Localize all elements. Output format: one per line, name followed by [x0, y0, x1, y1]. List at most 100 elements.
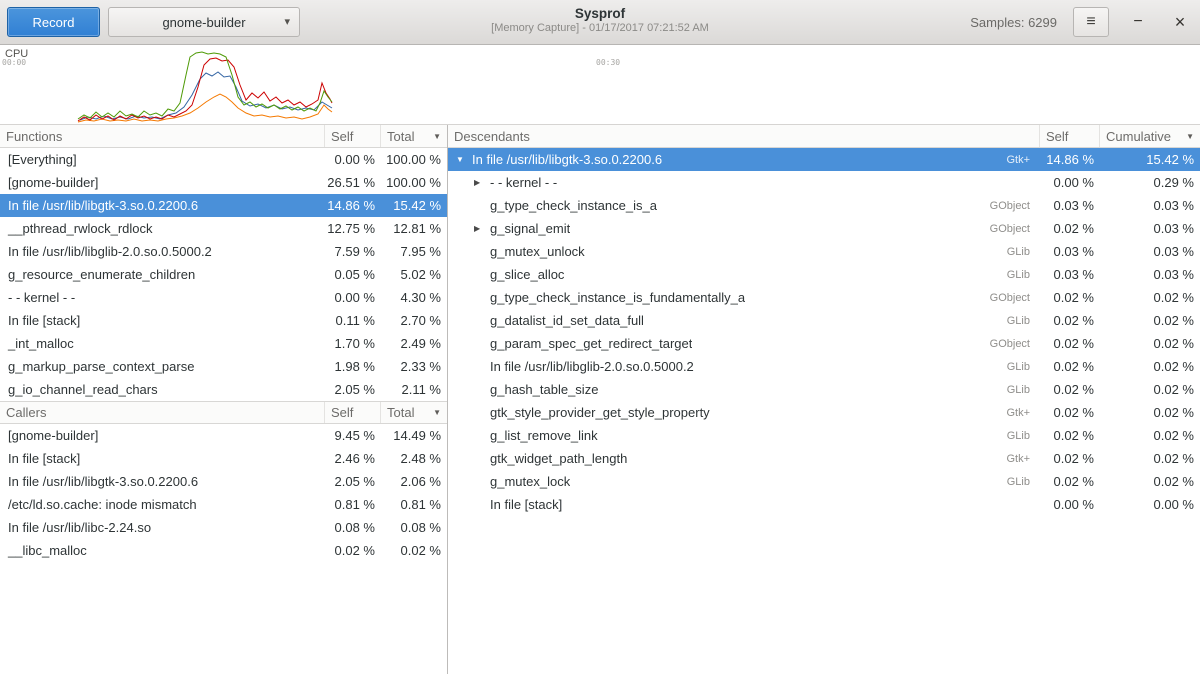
library-badge: GLib — [1007, 246, 1040, 258]
column-header-total[interactable]: Total ▼ — [381, 402, 447, 423]
tree-name-cell: g_slice_allocGLib — [448, 267, 1040, 282]
tree-row[interactable]: In file /usr/lib/libglib-2.0.so.0.5000.2… — [448, 355, 1200, 378]
tree-name-cell: g_type_check_instance_is_aGObject — [448, 198, 1040, 213]
library-badge: Gtk+ — [1006, 154, 1040, 166]
function-name: g_signal_emit — [490, 221, 570, 236]
close-button[interactable]: × — [1167, 9, 1193, 35]
process-selector-dropdown[interactable]: gnome-builder ▾ — [108, 7, 300, 37]
cumulative-percent: 0.29 % — [1100, 175, 1200, 190]
function-name: /etc/ld.so.cache: inode mismatch — [0, 497, 325, 512]
function-name: _int_malloc — [0, 336, 325, 351]
function-name: In file /usr/lib/libgtk-3.so.0.2200.6 — [0, 474, 325, 489]
function-name: g_io_channel_read_chars — [0, 382, 325, 397]
self-percent: 1.70 % — [325, 336, 381, 351]
column-header-self[interactable]: Self — [325, 402, 381, 423]
tree-name-cell: ▶g_signal_emitGObject — [448, 221, 1040, 236]
time-tick-start: 00:00 — [2, 58, 26, 67]
tree-row[interactable]: ▼In file /usr/lib/libgtk-3.so.0.2200.6Gt… — [448, 148, 1200, 171]
table-row[interactable]: In file [stack]2.46 %2.48 % — [0, 447, 447, 470]
tree-row[interactable]: g_hash_table_sizeGLib0.02 %0.02 % — [448, 378, 1200, 401]
table-row[interactable]: _int_malloc1.70 %2.49 % — [0, 332, 447, 355]
tree-row[interactable]: g_list_remove_linkGLib0.02 %0.02 % — [448, 424, 1200, 447]
function-name: In file /usr/lib/libglib-2.0.so.0.5000.2 — [490, 359, 694, 374]
table-row[interactable]: g_io_channel_read_chars2.05 %2.11 % — [0, 378, 447, 401]
self-percent: 0.11 % — [325, 313, 381, 328]
tree-name-cell: g_list_remove_link GLib — [448, 428, 1040, 443]
self-percent: 0.00 % — [1040, 175, 1100, 190]
cumulative-percent: 0.03 % — [1100, 244, 1200, 259]
table-row[interactable]: __pthread_rwlock_rdlock12.75 %12.81 % — [0, 217, 447, 240]
hamburger-menu-button[interactable]: ≡ — [1073, 7, 1109, 37]
record-button[interactable]: Record — [7, 7, 100, 37]
table-row[interactable]: [Everything]0.00 %100.00 % — [0, 148, 447, 171]
table-row[interactable]: [gnome-builder]26.51 %100.00 % — [0, 171, 447, 194]
library-badge: GLib — [1007, 430, 1040, 442]
tree-row[interactable]: g_mutex_unlockGLib0.03 %0.03 % — [448, 240, 1200, 263]
table-row[interactable]: [gnome-builder]9.45 %14.49 % — [0, 424, 447, 447]
minimize-button[interactable]: − — [1125, 9, 1151, 35]
self-percent: 14.86 % — [325, 198, 381, 213]
column-header-self[interactable]: Self — [1040, 125, 1100, 147]
self-percent: 0.02 % — [1040, 313, 1100, 328]
table-row[interactable]: In file [stack]0.11 %2.70 % — [0, 309, 447, 332]
function-name: In file [stack] — [490, 497, 562, 512]
window-title-block: Sysprof [Memory Capture] - 01/17/2017 07… — [491, 6, 709, 34]
function-name: g_list_remove_link — [490, 428, 598, 443]
column-header-total[interactable]: Total ▼ — [381, 125, 447, 147]
tree-name-cell: g_datalist_id_set_data_fullGLib — [448, 313, 1040, 328]
table-row[interactable]: In file /usr/lib/libglib-2.0.so.0.5000.2… — [0, 240, 447, 263]
column-header-functions[interactable]: Functions — [0, 125, 325, 147]
tree-row[interactable]: g_mutex_lockGLib0.02 %0.02 % — [448, 470, 1200, 493]
tree-row[interactable]: ▶- - kernel - -0.00 %0.29 % — [448, 171, 1200, 194]
expander-icon[interactable]: ▶ — [474, 224, 490, 233]
tree-name-cell: g_mutex_unlock GLib — [448, 244, 1040, 259]
column-header-self[interactable]: Self — [325, 125, 381, 147]
tree-row[interactable]: g_param_spec_get_redirect_targetGObject0… — [448, 332, 1200, 355]
tree-row[interactable]: ▶g_signal_emitGObject0.02 %0.03 % — [448, 217, 1200, 240]
cumulative-percent: 0.00 % — [1100, 497, 1200, 512]
table-row[interactable]: In file /usr/lib/libgtk-3.so.0.2200.614.… — [0, 194, 447, 217]
tree-row[interactable]: gtk_style_provider_get_style_propertyGtk… — [448, 401, 1200, 424]
tree-name-cell: g_param_spec_get_redirect_targetGObject — [448, 336, 1040, 351]
self-percent: 12.75 % — [325, 221, 381, 236]
table-row[interactable]: g_resource_enumerate_children0.05 %5.02 … — [0, 263, 447, 286]
functions-table: [Everything]0.00 %100.00 %[gnome-builder… — [0, 148, 447, 401]
total-percent: 2.48 % — [381, 451, 447, 466]
table-row[interactable]: g_markup_parse_context_parse1.98 %2.33 % — [0, 355, 447, 378]
tree-row[interactable]: g_datalist_id_set_data_fullGLib0.02 %0.0… — [448, 309, 1200, 332]
self-percent: 0.02 % — [325, 543, 381, 558]
tree-row[interactable]: gtk_widget_path_lengthGtk+0.02 %0.02 % — [448, 447, 1200, 470]
tree-row[interactable]: g_slice_allocGLib0.03 %0.03 % — [448, 263, 1200, 286]
tree-name-cell: gtk_style_provider_get_style_propertyGtk… — [448, 405, 1040, 420]
descendants-tree: ▼In file /usr/lib/libgtk-3.so.0.2200.6Gt… — [448, 148, 1200, 516]
cumulative-percent: 0.02 % — [1100, 359, 1200, 374]
library-badge: GLib — [1007, 315, 1040, 327]
tree-row[interactable]: g_type_check_instance_is_fundamentally_a… — [448, 286, 1200, 309]
column-header-descendants[interactable]: Descendants — [448, 125, 1040, 147]
function-name: g_mutex_unlock — [490, 244, 585, 259]
tree-row[interactable]: In file [stack]0.00 %0.00 % — [448, 493, 1200, 516]
self-percent: 0.02 % — [1040, 428, 1100, 443]
expander-icon[interactable]: ▶ — [474, 178, 490, 187]
cumulative-percent: 0.02 % — [1100, 405, 1200, 420]
total-percent: 2.11 % — [381, 382, 447, 397]
headerbar: Record gnome-builder ▾ Sysprof [Memory C… — [0, 0, 1200, 45]
tree-row[interactable]: g_type_check_instance_is_aGObject0.03 %0… — [448, 194, 1200, 217]
table-row[interactable]: __libc_malloc0.02 %0.02 % — [0, 539, 447, 562]
tree-name-cell: g_hash_table_sizeGLib — [448, 382, 1040, 397]
function-name: In file /usr/lib/libc-2.24.so — [0, 520, 325, 535]
table-row[interactable]: - - kernel - -0.00 %4.30 % — [0, 286, 447, 309]
column-header-cumulative[interactable]: Cumulative ▼ — [1100, 125, 1200, 147]
table-row[interactable]: In file /usr/lib/libc-2.24.so0.08 %0.08 … — [0, 516, 447, 539]
expander-icon[interactable]: ▼ — [456, 155, 472, 164]
cpu-graph[interactable]: CPU 00:00 00:30 — [0, 45, 1200, 125]
self-percent: 7.59 % — [325, 244, 381, 259]
column-header-callers[interactable]: Callers — [0, 402, 325, 423]
cumulative-percent: 0.02 % — [1100, 428, 1200, 443]
cumulative-percent: 0.02 % — [1100, 474, 1200, 489]
tree-name-cell: ▶- - kernel - - — [448, 175, 1040, 190]
table-row[interactable]: In file /usr/lib/libgtk-3.so.0.2200.62.0… — [0, 470, 447, 493]
total-percent: 2.49 % — [381, 336, 447, 351]
table-row[interactable]: /etc/ld.so.cache: inode mismatch0.81 %0.… — [0, 493, 447, 516]
menu-icon: ≡ — [1086, 13, 1095, 31]
